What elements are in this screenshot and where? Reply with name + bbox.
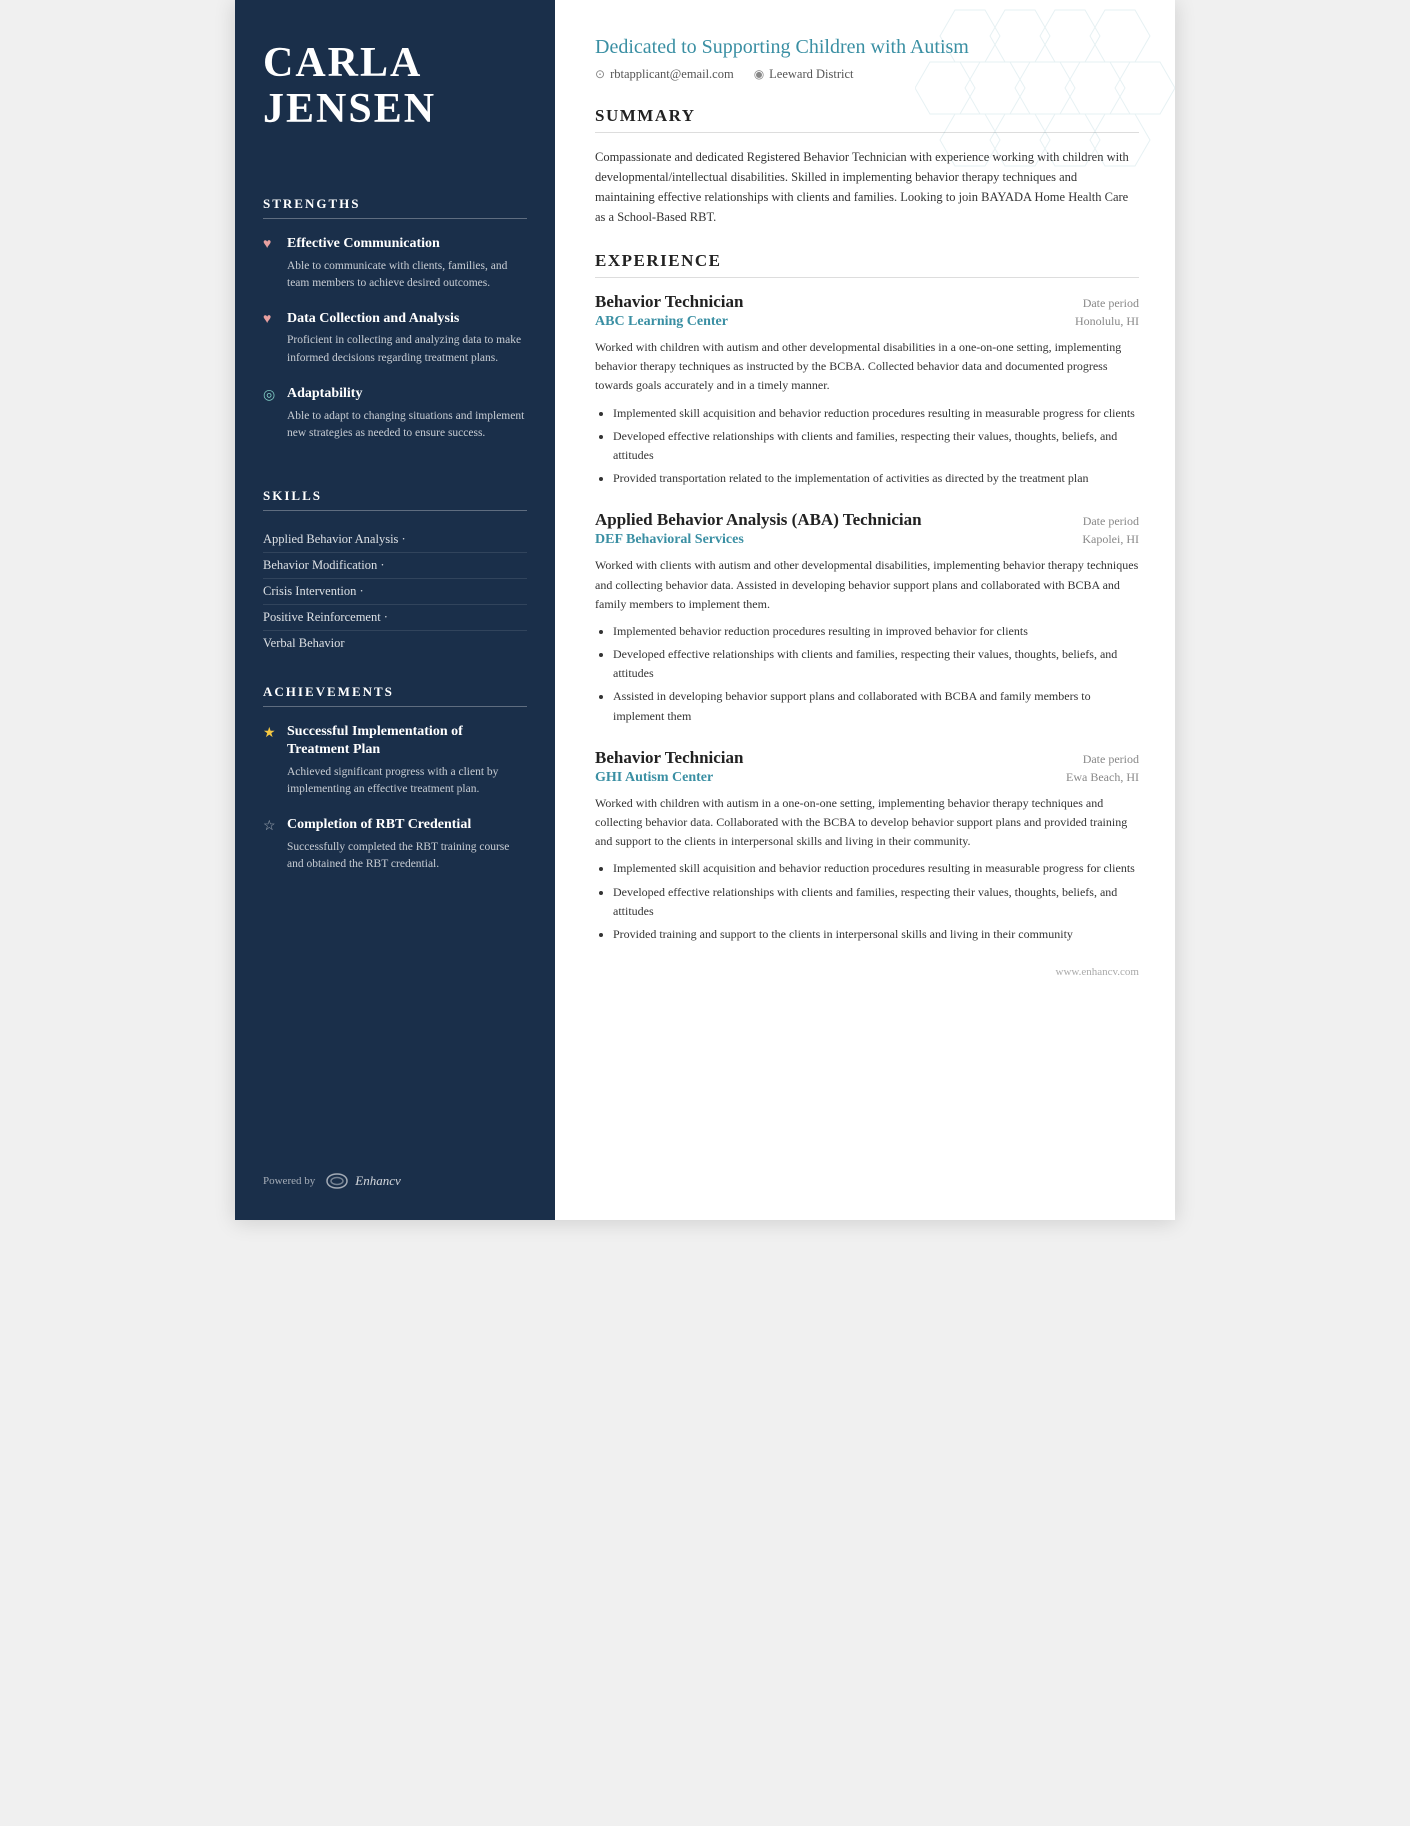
achievement-title-1: Successful Implementation of Treatment P… — [287, 723, 527, 759]
powered-by-label: Powered by — [263, 1175, 315, 1187]
exp-date-1: Date period — [1083, 296, 1139, 311]
star-outline-icon: ☆ — [263, 818, 279, 835]
name-block: CARLA JENSEN — [263, 40, 527, 132]
exp-bullets-1: Implemented skill acquisition and behavi… — [595, 404, 1139, 489]
skill-item-behavior-mod: Behavior Modification · — [263, 553, 527, 579]
exp-title-1: Behavior Technician — [595, 292, 743, 312]
exp-location-1: Honolulu, HI — [1075, 314, 1139, 329]
strength-title-1: Effective Communication — [287, 235, 440, 253]
contact-location: ◉ Leeward District — [754, 67, 854, 82]
exp-entry-abc: Behavior Technician Date period ABC Lear… — [595, 292, 1139, 488]
achievement-title-2: Completion of RBT Credential — [287, 816, 471, 834]
star-filled-icon: ★ — [263, 725, 279, 742]
strength-title-2: Data Collection and Analysis — [287, 310, 459, 328]
exp-desc-2: Worked with clients with autism and othe… — [595, 556, 1139, 614]
achievement-item-treatment: ★ Successful Implementation of Treatment… — [263, 723, 527, 798]
achievement-desc-2: Successfully completed the RBT training … — [287, 839, 527, 874]
experience-section-title: EXPERIENCE — [595, 251, 1139, 278]
enhancv-logo: Enhancv — [323, 1172, 400, 1190]
contact-email: ⊙ rbtapplicant@email.com — [595, 67, 734, 82]
strength-item-data: ♥ Data Collection and Analysis Proficien… — [263, 310, 527, 367]
email-icon: ⊙ — [595, 67, 605, 82]
enhancv-name: Enhancv — [355, 1173, 400, 1189]
strength-desc-3: Able to adapt to changing situations and… — [287, 408, 527, 443]
exp-location-3: Ewa Beach, HI — [1066, 770, 1139, 785]
exp-title-3: Behavior Technician — [595, 748, 743, 768]
exp-company-1: ABC Learning Center — [595, 314, 728, 330]
achievements-section-title: ACHIEVEMENTS — [263, 684, 527, 707]
skill-item-positive-reinf: Positive Reinforcement · — [263, 605, 527, 631]
exp-title-2: Applied Behavior Analysis (ABA) Technici… — [595, 510, 922, 530]
location-text: Leeward District — [769, 67, 853, 82]
achievement-desc-1: Achieved significant progress with a cli… — [287, 764, 527, 799]
exp-desc-3: Worked with children with autism in a on… — [595, 794, 1139, 852]
exp-desc-1: Worked with children with autism and oth… — [595, 338, 1139, 396]
heart-icon-2: ♥ — [263, 312, 279, 328]
bullet-3-2: Developed effective relationships with c… — [613, 883, 1139, 921]
exp-bullets-3: Implemented skill acquisition and behavi… — [595, 859, 1139, 944]
adaptability-icon: ◎ — [263, 387, 279, 404]
strength-item-communication: ♥ Effective Communication Able to commun… — [263, 235, 527, 292]
bullet-3-1: Implemented skill acquisition and behavi… — [613, 859, 1139, 878]
exp-bullets-2: Implemented behavior reduction procedure… — [595, 622, 1139, 726]
exp-entry-def: Applied Behavior Analysis (ABA) Technici… — [595, 510, 1139, 726]
location-icon: ◉ — [754, 67, 764, 82]
exp-entry-ghi: Behavior Technician Date period GHI Auti… — [595, 748, 1139, 944]
exp-location-2: Kapolei, HI — [1082, 532, 1139, 547]
exp-company-2: DEF Behavioral Services — [595, 532, 744, 548]
bullet-1-2: Developed effective relationships with c… — [613, 427, 1139, 465]
strength-title-3: Adaptability — [287, 385, 362, 403]
enhancv-logo-icon — [323, 1172, 351, 1190]
skill-item-crisis: Crisis Intervention · — [263, 579, 527, 605]
resume-container: CARLA JENSEN STRENGTHS ♥ Effective Commu… — [235, 0, 1175, 1220]
exp-date-3: Date period — [1083, 752, 1139, 767]
bullet-1-1: Implemented skill acquisition and behavi… — [613, 404, 1139, 423]
last-name: JENSEN — [263, 86, 527, 132]
exp-date-2: Date period — [1083, 514, 1139, 529]
email-text: rbtapplicant@email.com — [610, 67, 734, 82]
sidebar: CARLA JENSEN STRENGTHS ♥ Effective Commu… — [235, 0, 555, 1220]
bullet-1-3: Provided transportation related to the i… — [613, 469, 1139, 488]
achievement-item-rbt: ☆ Completion of RBT Credential Successfu… — [263, 816, 527, 874]
main-content: Dedicated to Supporting Children with Au… — [555, 0, 1175, 1220]
exp-company-3: GHI Autism Center — [595, 770, 713, 786]
strength-item-adaptability: ◎ Adaptability Able to adapt to changing… — [263, 385, 527, 443]
skill-item-aba: Applied Behavior Analysis · — [263, 527, 527, 553]
first-name: CARLA — [263, 40, 527, 86]
powered-by-section: Powered by Enhancv — [263, 1142, 527, 1190]
hexagon-bg-decoration — [915, 0, 1175, 240]
heart-icon-1: ♥ — [263, 237, 279, 253]
strength-desc-2: Proficient in collecting and analyzing d… — [287, 332, 527, 367]
bullet-3-3: Provided training and support to the cli… — [613, 925, 1139, 944]
main-footer: www.enhancv.com — [595, 966, 1139, 978]
bullet-2-1: Implemented behavior reduction procedure… — [613, 622, 1139, 641]
skill-item-verbal: Verbal Behavior — [263, 631, 527, 656]
skills-section-title: SKILLS — [263, 488, 527, 511]
footer-website: www.enhancv.com — [1056, 966, 1140, 978]
bullet-2-3: Assisted in developing behavior support … — [613, 687, 1139, 725]
strengths-section-title: STRENGTHS — [263, 196, 527, 219]
strength-desc-1: Able to communicate with clients, famili… — [287, 258, 527, 293]
bullet-2-2: Developed effective relationships with c… — [613, 645, 1139, 683]
skills-list: Applied Behavior Analysis · Behavior Mod… — [263, 527, 527, 656]
